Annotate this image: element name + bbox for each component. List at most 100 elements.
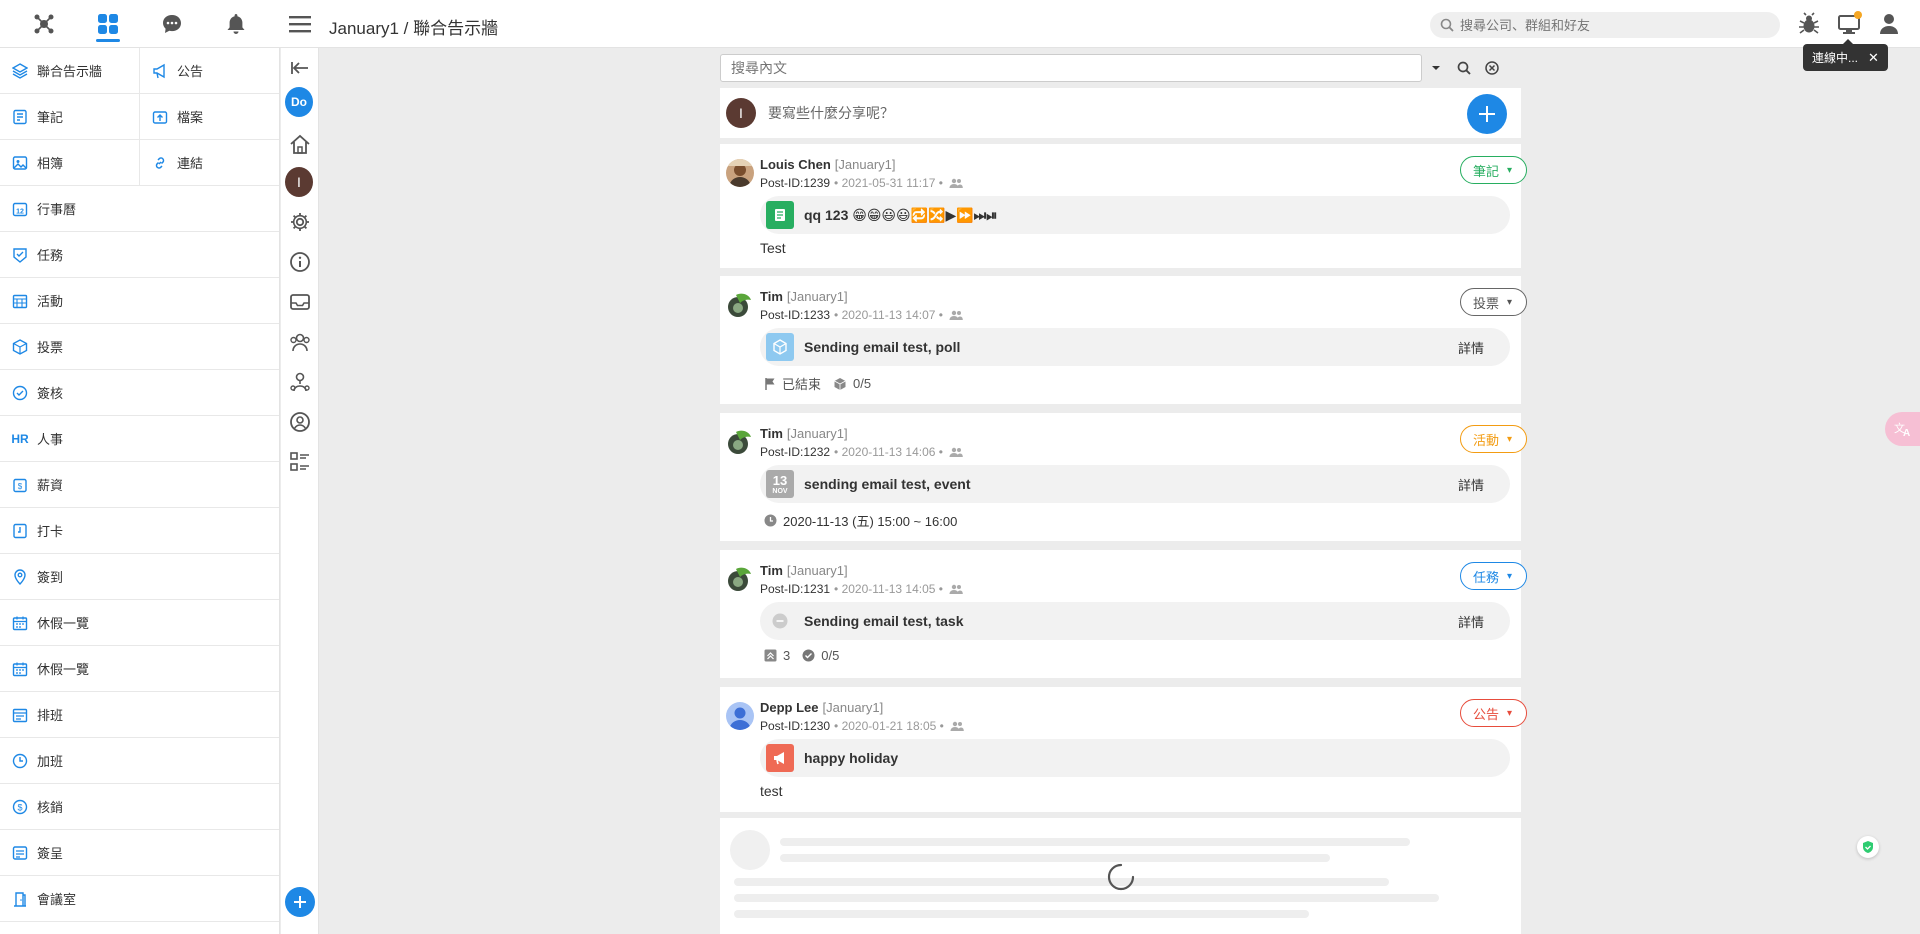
organization-icon[interactable] xyxy=(286,368,314,396)
attachment-title: sending email test, event xyxy=(804,476,971,492)
post-type-tag[interactable]: 投票 ▾ xyxy=(1459,288,1527,316)
post-composer[interactable]: I 要寫些什麼分享呢？ xyxy=(720,88,1521,138)
do-workspace-avatar[interactable]: Do xyxy=(285,87,313,117)
post-attachment-card[interactable]: Sending email test, task 詳情 xyxy=(760,602,1510,640)
author-name[interactable]: Tim xyxy=(760,563,783,578)
home-icon[interactable] xyxy=(286,130,314,158)
chevron-down-icon: ▾ xyxy=(1506,164,1512,176)
post-card: Tim [January1] Post-ID:1231 • 2020-11-13 1… xyxy=(720,550,1527,678)
menu-item-salary[interactable]: $ 薪資 xyxy=(0,462,279,508)
author-avatar[interactable] xyxy=(726,291,754,319)
menu-item-calendar[interactable]: 12 行事曆 xyxy=(0,186,279,232)
menu-item-note[interactable]: 筆記 xyxy=(0,94,140,140)
bell-icon[interactable] xyxy=(218,0,254,48)
network-icon[interactable] xyxy=(26,0,62,48)
desktop-connection-icon[interactable] xyxy=(1836,10,1862,38)
author-name[interactable]: Tim xyxy=(760,426,783,441)
post-type-tag[interactable]: 公告 ▾ xyxy=(1459,699,1527,727)
punch-icon xyxy=(12,523,28,539)
breadcrumb: January1 / 聯合告示牆 xyxy=(329,19,499,38)
author-avatar[interactable] xyxy=(726,702,754,730)
group-name[interactable]: [January1] xyxy=(823,700,884,715)
author-name[interactable]: Louis Chen xyxy=(760,157,831,172)
menu-item-files[interactable]: 檔案 xyxy=(140,94,279,140)
group-name[interactable]: [January1] xyxy=(787,289,848,304)
search-icon[interactable] xyxy=(1450,54,1478,82)
menu-item-punch[interactable]: 打卡 xyxy=(0,508,279,554)
menu-item-approval[interactable]: 簽核 xyxy=(0,370,279,416)
menu-item-task[interactable]: 任務 xyxy=(0,232,279,278)
author-name[interactable]: Depp Lee xyxy=(760,700,819,715)
post-type-tag[interactable]: 筆記 ▾ xyxy=(1459,156,1527,184)
menu-item-leave-2[interactable]: 休假一覽 xyxy=(0,646,279,692)
apps-grid-icon[interactable] xyxy=(90,0,126,48)
account-circle-icon[interactable] xyxy=(286,408,314,436)
post-type-tag[interactable]: 活動 ▾ xyxy=(1459,425,1527,453)
group-name[interactable]: [January1] xyxy=(787,563,848,578)
content-search-box[interactable] xyxy=(720,54,1422,82)
collapse-arrow-icon[interactable] xyxy=(286,54,314,82)
group-name[interactable]: [January1] xyxy=(787,426,848,441)
post-type-tag[interactable]: 任務 ▾ xyxy=(1459,562,1527,590)
main-menu: 聯合告示牆 公告 筆記 檔案 相簿 連結 12 行事曆 任務 活動 投票 簽核 … xyxy=(0,48,280,934)
user-profile-icon[interactable] xyxy=(1876,10,1902,38)
post-card: Depp Lee [January1] Post-ID:1230 • 2020-01… xyxy=(720,687,1527,812)
author-avatar[interactable] xyxy=(726,428,754,456)
event-time: 2020-11-13 (五) 15:00 ~ 16:00 xyxy=(764,511,957,530)
menu-item-leave-1[interactable]: 休假一覽 xyxy=(0,600,279,646)
calendar-icon: 12 xyxy=(12,201,28,217)
menu-item-overtime[interactable]: 加班 xyxy=(0,738,279,784)
menu-item-hr[interactable]: HR 人事 xyxy=(0,416,279,462)
user-avatar[interactable]: I xyxy=(285,167,313,197)
info-icon[interactable] xyxy=(286,248,314,276)
hamburger-menu-icon[interactable] xyxy=(287,12,313,36)
details-link[interactable]: 詳情 xyxy=(1458,338,1484,357)
global-search[interactable] xyxy=(1430,12,1780,38)
close-icon[interactable]: ✕ xyxy=(1868,50,1879,66)
menu-item-schedule[interactable]: 排班 xyxy=(0,692,279,738)
menu-item-meeting-room[interactable]: 會議室 xyxy=(0,876,279,922)
rail-add-button[interactable] xyxy=(285,887,315,917)
menu-item-bulletin[interactable]: 聯合告示牆 xyxy=(0,48,140,94)
author-avatar[interactable] xyxy=(726,159,754,187)
menu-item-album[interactable]: 相簿 xyxy=(0,140,140,186)
attachment-title: qq 123 😁😁😃😃🔁🔀▶⏩⏭⏯ xyxy=(804,206,998,223)
post-attachment-card[interactable]: qq 123 😁😁😃😃🔁🔀▶⏩⏭⏯ xyxy=(760,196,1510,234)
gear-icon[interactable] xyxy=(286,208,314,236)
checklist-icon[interactable] xyxy=(286,448,314,476)
details-link[interactable]: 詳情 xyxy=(1458,475,1484,494)
svg-text:A: A xyxy=(1903,428,1910,438)
menu-item-links[interactable]: 連結 xyxy=(140,140,279,186)
details-link[interactable]: 詳情 xyxy=(1458,612,1484,631)
chat-icon[interactable] xyxy=(154,0,190,48)
post-attachment-card[interactable]: Sending email test, poll 詳情 xyxy=(760,328,1510,366)
attachment-title: happy holiday xyxy=(804,750,899,766)
attachment-title: Sending email test, poll xyxy=(804,339,961,355)
dropdown-caret-icon[interactable] xyxy=(1422,54,1450,82)
menu-item-checkin[interactable]: 簽到 xyxy=(0,554,279,600)
composer-prompt[interactable]: 要寫些什麼分享呢？ xyxy=(768,103,894,123)
new-post-button[interactable] xyxy=(1467,94,1507,134)
menu-item-petition[interactable]: 簽呈 xyxy=(0,830,279,876)
menu-item-announcement[interactable]: 公告 xyxy=(140,48,279,94)
task-icon xyxy=(12,247,28,263)
author-name[interactable]: Tim xyxy=(760,289,783,304)
post-attachment-card[interactable]: happy holiday xyxy=(760,739,1510,777)
group-name[interactable]: [January1] xyxy=(835,157,896,172)
post-card: Tim [January1] Post-ID:1233 • 2020-11-13 1… xyxy=(720,276,1527,404)
author-avatar[interactable] xyxy=(726,565,754,593)
post-attachment-card[interactable]: 13 NOV sending email test, event 詳情 xyxy=(760,465,1510,503)
post-id: Post-ID:1231 xyxy=(760,582,831,596)
global-search-input[interactable] xyxy=(1460,17,1760,33)
translate-icon[interactable]: 文A xyxy=(1885,412,1920,446)
menu-item-reimburse[interactable]: $ 核銷 xyxy=(0,784,279,830)
clear-search-icon[interactable] xyxy=(1478,54,1506,82)
inbox-icon[interactable] xyxy=(286,288,314,316)
menu-item-poll[interactable]: 投票 xyxy=(0,324,279,370)
security-shield-icon[interactable] xyxy=(1857,836,1879,858)
content-search-input[interactable] xyxy=(731,60,1421,76)
group-members-icon[interactable] xyxy=(286,328,314,356)
bug-report-icon[interactable] xyxy=(1796,10,1822,38)
menu-item-event[interactable]: 活動 xyxy=(0,278,279,324)
post-id: Post-ID:1233 xyxy=(760,308,831,322)
